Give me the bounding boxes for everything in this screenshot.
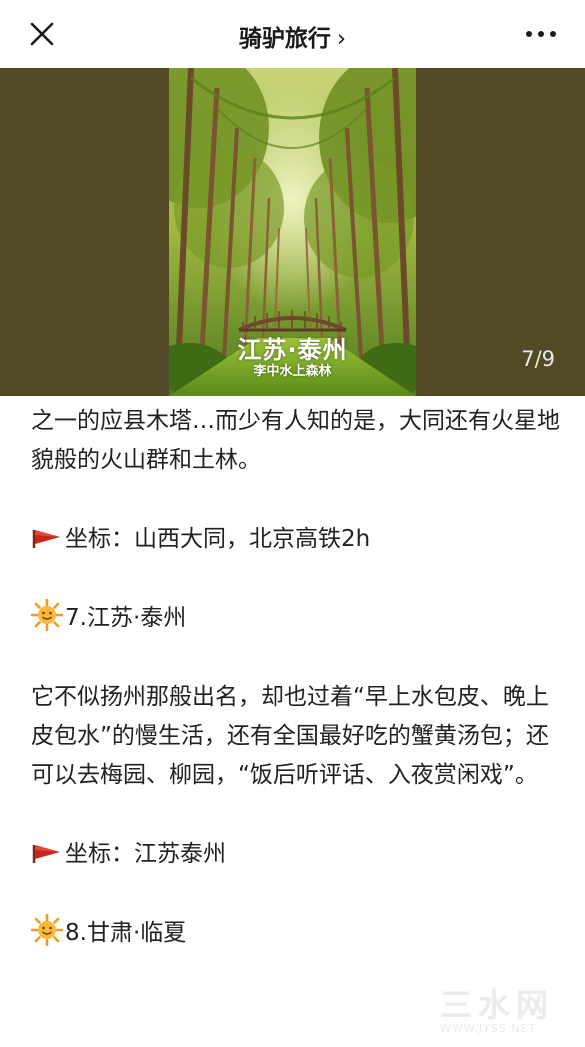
article-body: 之一的应县木塔…而少有人知的是，大同还有火星地貌般的火山群和土林。 坐标：山西大… (30, 402, 561, 953)
image-page-counter: 7/9 (521, 347, 555, 371)
coordinate-text: 坐标：山西大同，北京高铁2h (65, 526, 371, 552)
section-heading-text: 7.江苏·泰州 (65, 605, 187, 631)
account-title[interactable]: 骑驴旅行 › (0, 19, 585, 53)
coordinate-line: 坐标：江苏泰州 (31, 835, 561, 874)
section-heading: 7.江苏·泰州 (30, 598, 561, 638)
smiling-sun-icon (30, 913, 64, 947)
coordinate-line: 坐标：山西大同，北京高铁2h (31, 520, 561, 559)
coordinate-text: 坐标：江苏泰州 (65, 841, 226, 867)
red-flag-icon (31, 520, 63, 552)
watermark-text: 三水网 (440, 986, 555, 1024)
section-heading-text: 8.甘肃·临夏 (65, 920, 187, 946)
smiling-sun-icon (30, 598, 64, 632)
site-watermark: 三水网 WWW.JYSS.NET (440, 980, 570, 1040)
account-name: 骑驴旅行 (238, 26, 331, 52)
article-paragraph: 之一的应县木塔…而少有人知的是，大同还有火星地貌般的火山群和土林。 (31, 408, 560, 473)
image-carousel[interactable]: 江苏·泰州 李中水上森林 7/9 (0, 68, 585, 396)
top-navbar: 骑驴旅行 › (0, 0, 585, 68)
chevron-right-icon: › (336, 26, 347, 52)
forest-photo[interactable]: 江苏·泰州 李中水上森林 (169, 68, 416, 396)
red-flag-icon (31, 835, 63, 867)
section-heading: 8.甘肃·临夏 (30, 913, 561, 953)
article-paragraph: 它不似扬州那般出名，却也过着“早上水包皮、晚上皮包水”的慢生活，还有全国最好吃的… (31, 684, 549, 788)
photo-caption-subtitle: 李中水上森林 (253, 364, 332, 379)
more-icon[interactable] (521, 18, 561, 50)
